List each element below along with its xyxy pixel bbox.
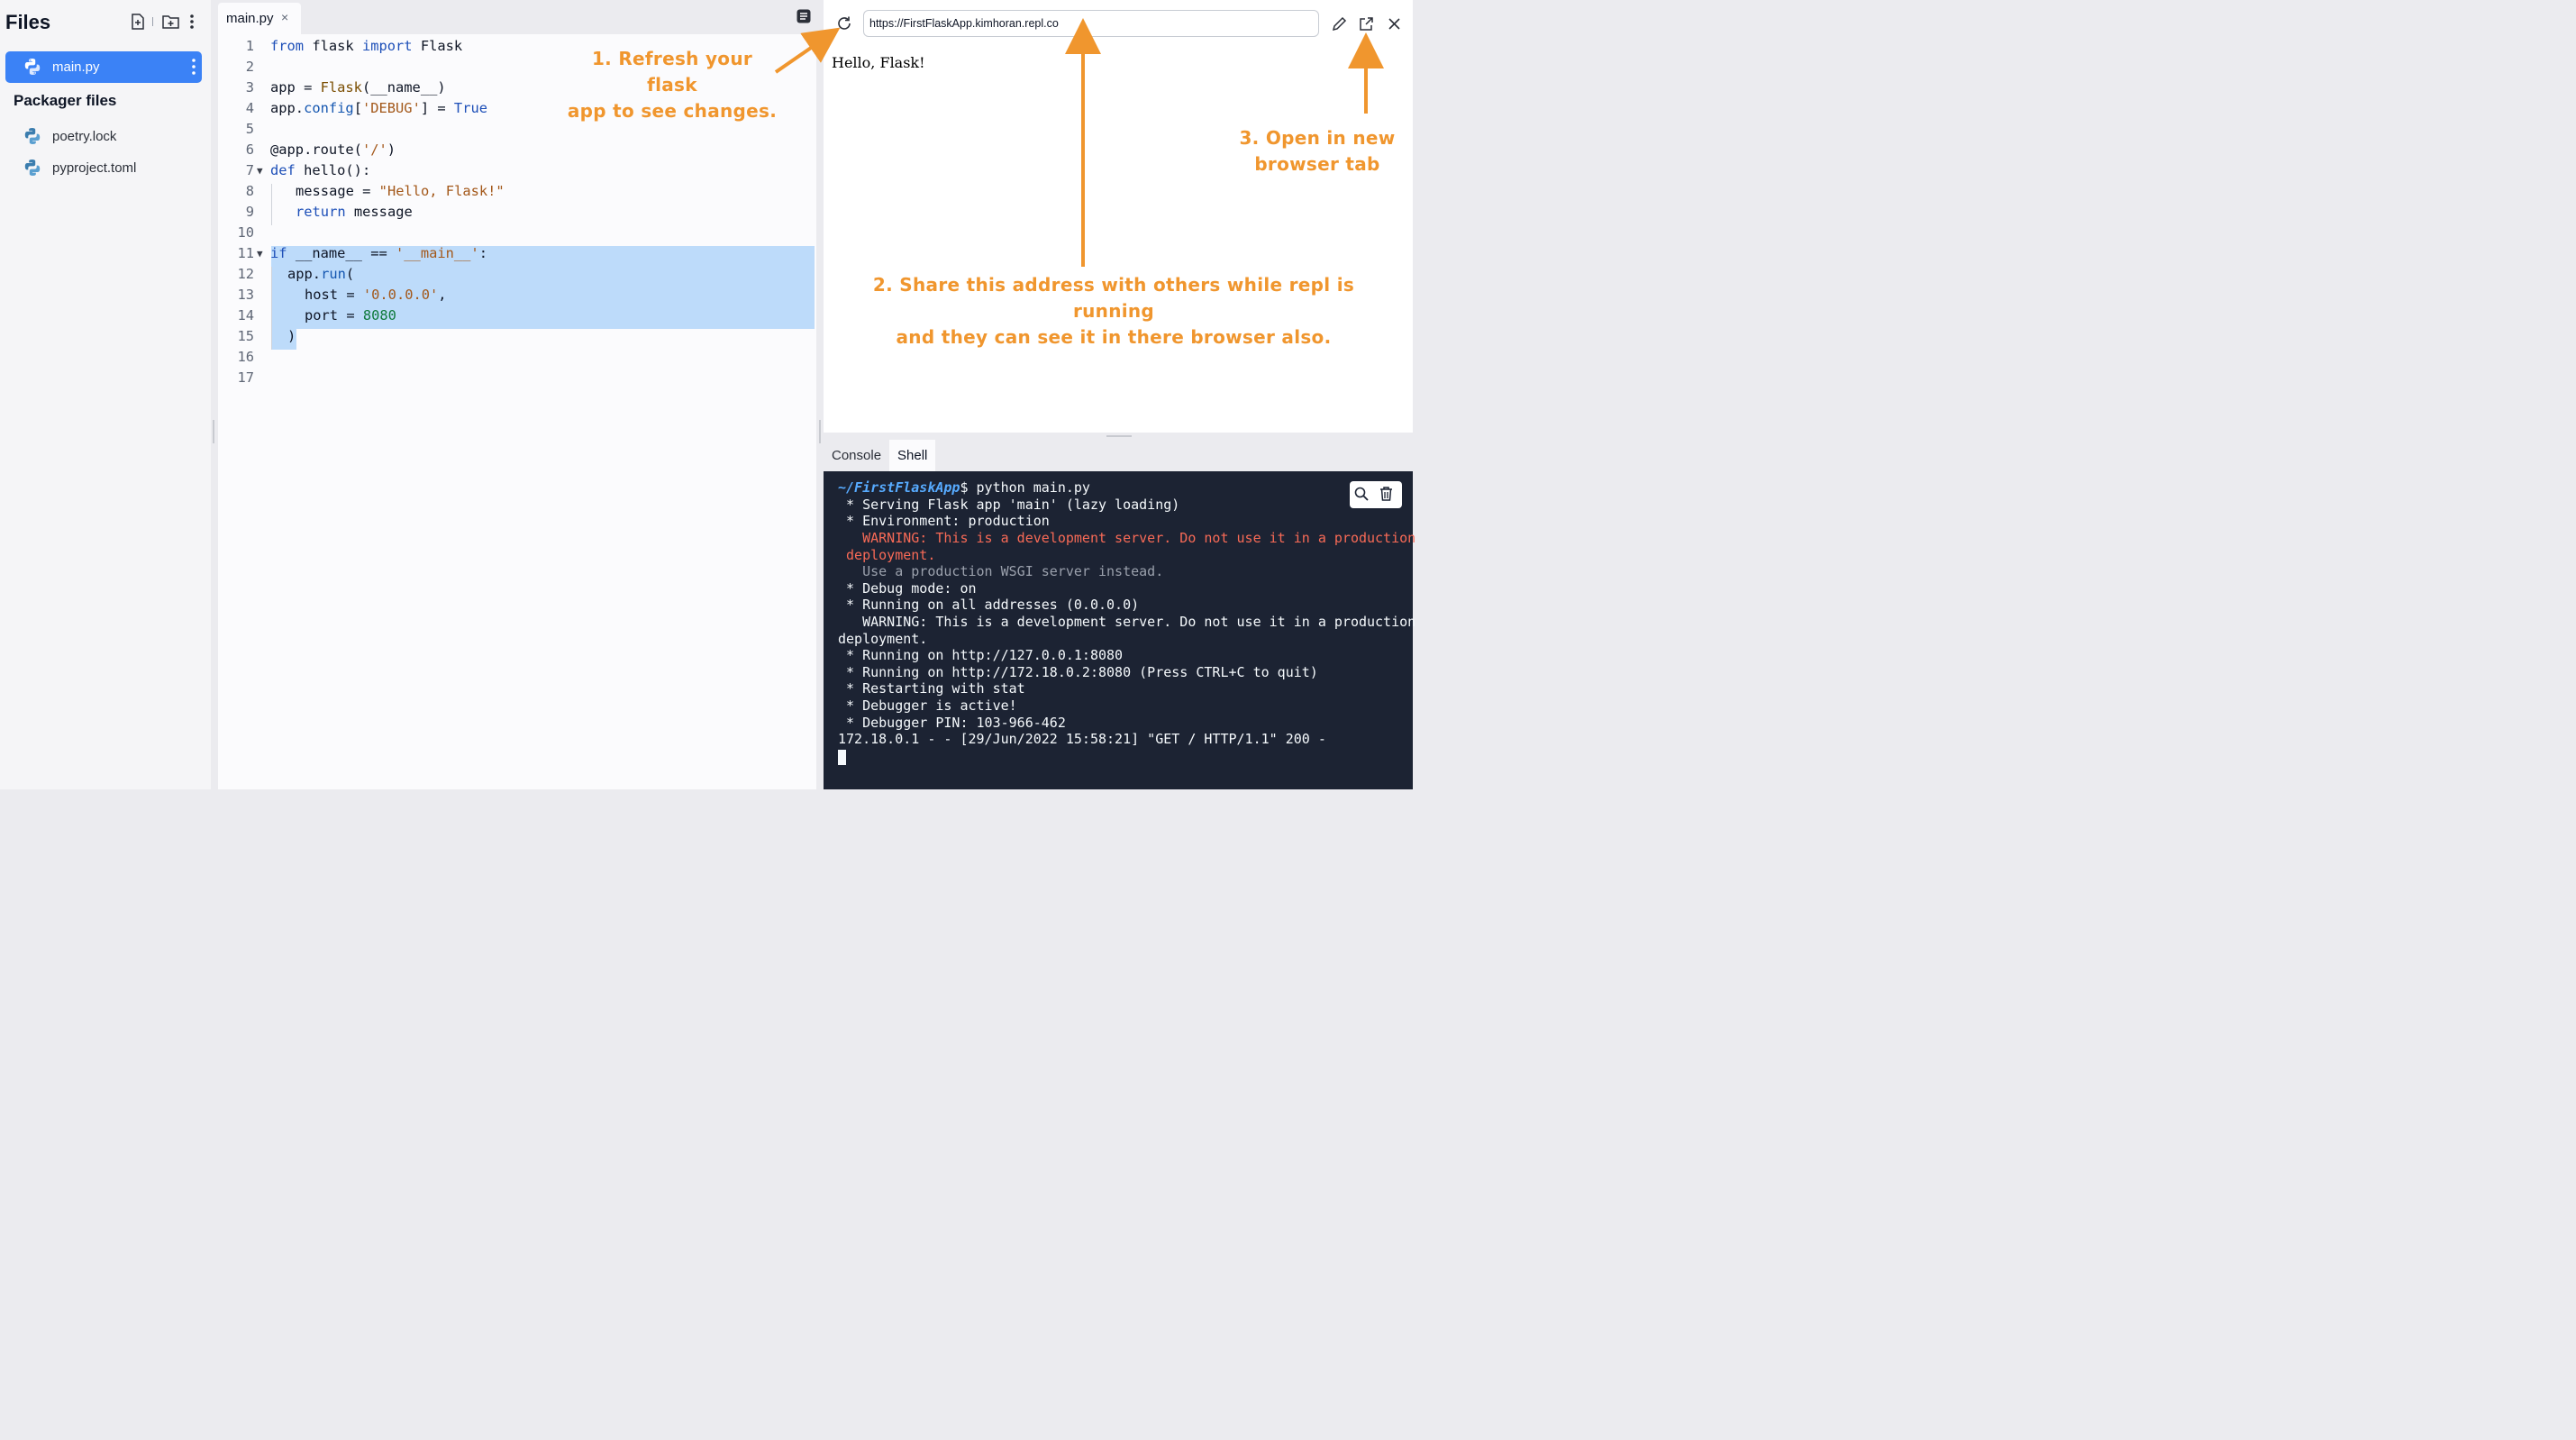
- terminal-cursor: [838, 750, 846, 765]
- tab-console[interactable]: Console: [824, 440, 889, 471]
- terminal-line: * Debugger is active!: [838, 697, 1017, 714]
- terminal-line: 172.18.0.1 - - [29/Jun/2022 15:58:21] "G…: [838, 731, 1326, 747]
- terminal-line: * Running on all addresses (0.0.0.0): [838, 597, 1140, 613]
- terminal-prompt-line: ~/FirstFlaskApp$ python main.py: [838, 479, 1090, 496]
- shell-terminal[interactable]: ~/FirstFlaskApp$ python main.py * Servin…: [824, 471, 1416, 789]
- terminal-line: * Serving Flask app 'main' (lazy loading…: [838, 497, 1180, 513]
- terminal-line: * Running on http://172.18.0.2:8080 (Pre…: [838, 664, 1318, 680]
- terminal-line: * Running on http://127.0.0.1:8080: [838, 647, 1124, 663]
- terminal-line: WARNING: This is a development server. D…: [838, 614, 1416, 630]
- terminal-line: * Environment: production: [838, 513, 1050, 529]
- terminal-line: * Debug mode: on: [838, 580, 977, 597]
- terminal-warning-line: deployment.: [838, 547, 936, 563]
- search-icon[interactable]: [1352, 484, 1371, 504]
- panel-resize-handle[interactable]: [1106, 435, 1132, 437]
- terminal-line: Use a production WSGI server instead.: [838, 563, 1164, 579]
- arrow-to-refresh: [774, 27, 841, 74]
- terminal-line: * Debugger PIN: 103-966-462: [838, 715, 1066, 731]
- terminal-line: deployment.: [838, 631, 928, 647]
- terminal-warning-line: WARNING: This is a development server. D…: [838, 530, 1416, 546]
- annotation-open-tab: 3. Open in new browser tab: [1239, 127, 1396, 175]
- terminal-line: * Restarting with stat: [838, 680, 1025, 697]
- trash-icon[interactable]: [1376, 484, 1396, 504]
- repl-workspace: Files main.py Packager files poetry.lock…: [0, 0, 1416, 789]
- tab-shell[interactable]: Shell: [889, 440, 936, 471]
- annotation-refresh: 1. Refresh your flask app to see changes…: [567, 48, 778, 122]
- panel-tabbar: Console Shell: [824, 440, 1413, 471]
- annotation-share: 2. Share this address with others while …: [872, 274, 1355, 348]
